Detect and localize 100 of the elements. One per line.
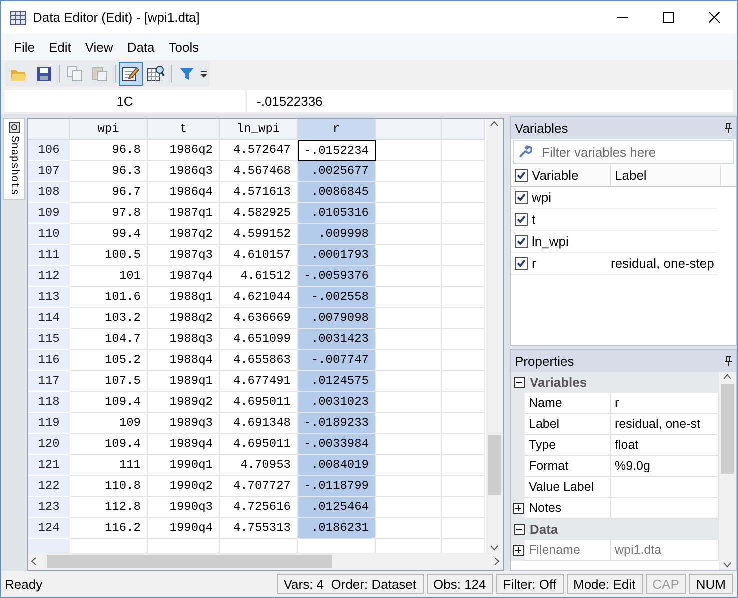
scroll-left-icon	[31, 557, 37, 566]
property-name: Filename	[525, 540, 611, 561]
toolbar-button[interactable]	[119, 62, 143, 86]
pin-icon[interactable]	[725, 123, 732, 133]
filter-field[interactable]: Filter variables here	[513, 140, 734, 164]
empty-cell	[442, 203, 485, 224]
empty-cell	[442, 266, 485, 287]
variable-name: ln_wpi	[532, 234, 569, 249]
table-cell: 4.61512	[220, 266, 298, 287]
empty-cell	[442, 287, 485, 308]
row-number: 121	[28, 455, 70, 476]
minimize-icon	[616, 17, 628, 18]
table-cell: 4.571613	[220, 182, 298, 203]
vertical-scrollbar[interactable]	[486, 119, 503, 553]
wrench-icon	[518, 145, 532, 159]
menu-item[interactable]: Data	[120, 40, 162, 54]
scrollbar-thumb[interactable]	[47, 555, 332, 568]
corner-cell	[28, 119, 70, 140]
scroll-down-icon	[490, 545, 499, 551]
checkbox[interactable]	[515, 191, 528, 204]
column-label: Variable	[532, 168, 579, 183]
row-number: 123	[28, 497, 70, 518]
menu-item[interactable]: View	[78, 40, 120, 54]
table-cell: 1989q1	[148, 371, 220, 392]
table-cell: 4.707727	[220, 476, 298, 497]
table-cell: .0001793	[298, 245, 376, 266]
table-cell: 109	[70, 413, 148, 434]
property-name: Format	[525, 456, 611, 477]
filter-input[interactable]: Filter variables here	[540, 144, 733, 160]
table-cell: 100.5	[70, 245, 148, 266]
property-name: Name	[525, 393, 611, 414]
menu-item[interactable]: File	[7, 40, 42, 54]
column-header[interactable]: Variable	[511, 165, 611, 186]
overflow-icon[interactable]	[200, 69, 208, 79]
column-header[interactable]: t	[148, 119, 220, 140]
row-number: 119	[28, 413, 70, 434]
table-cell: 96.8	[70, 140, 148, 161]
column-header[interactable]: r	[298, 119, 376, 140]
table-cell: 4.725616	[220, 497, 298, 518]
row-number: 111	[28, 245, 70, 266]
checkbox[interactable]	[515, 257, 528, 270]
cell-value-field[interactable]: -.01522336	[247, 90, 733, 112]
pin-icon[interactable]	[725, 356, 732, 366]
scrollbar-thumb[interactable]	[488, 435, 501, 495]
panel-title: Properties	[515, 354, 574, 368]
close-icon	[708, 12, 720, 23]
snapshots-tab[interactable]: Snapshots	[3, 118, 25, 200]
expand-icon[interactable]	[512, 503, 524, 514]
table-cell: .0025677	[298, 161, 376, 182]
table-cell: .0105316	[298, 203, 376, 224]
collapse-icon[interactable]	[514, 377, 525, 388]
column-header[interactable]: Label	[611, 165, 721, 186]
table-cell: 1988q3	[148, 329, 220, 350]
scrollbar-thumb[interactable]	[721, 384, 734, 474]
expand-icon[interactable]	[512, 545, 524, 556]
table-cell: 97.8	[70, 203, 148, 224]
column-header[interactable]: ln_wpi	[220, 119, 298, 140]
table-cell: 110.8	[70, 476, 148, 497]
row-number: 114	[28, 308, 70, 329]
table-cell: 1990q3	[148, 497, 220, 518]
variable-name: wpi	[532, 190, 552, 205]
table-cell: -.0059376	[298, 266, 376, 287]
empty-cell	[442, 392, 485, 413]
checkbox[interactable]	[515, 213, 528, 226]
checkbox[interactable]	[515, 235, 528, 248]
table-cell: 104.7	[70, 329, 148, 350]
table-cell: 103.2	[70, 308, 148, 329]
table-cell: 109.4	[70, 434, 148, 455]
empty-cell	[442, 245, 485, 266]
empty-cell	[442, 455, 485, 476]
table-cell: 1988q1	[148, 287, 220, 308]
table-cell: -.0152234	[298, 140, 376, 161]
vertical-scrollbar[interactable]	[719, 372, 736, 570]
empty-cell	[442, 371, 485, 392]
table-cell: 116.2	[70, 518, 148, 539]
empty-cell	[442, 224, 485, 245]
column-header[interactable]: wpi	[70, 119, 148, 140]
property-name: Label	[525, 414, 611, 435]
table-cell: 1990q1	[148, 455, 220, 476]
table-cell: 4.691348	[220, 413, 298, 434]
status-pane: CAP	[646, 574, 686, 594]
collapse-icon[interactable]	[514, 524, 525, 535]
table-cell: 101.6	[70, 287, 148, 308]
panel-title: Variables	[515, 120, 568, 136]
table-cell: 4.636669	[220, 308, 298, 329]
table-cell: 4.582925	[220, 203, 298, 224]
table-cell: 99.4	[70, 224, 148, 245]
table-cell: 4.567468	[220, 161, 298, 182]
table-cell: 4.572647	[220, 140, 298, 161]
menu-item[interactable]: Edit	[42, 40, 78, 54]
cell-name-field[interactable]: 1C	[5, 90, 245, 112]
menu-item[interactable]: Tools	[162, 40, 206, 54]
table-cell: .0125464	[298, 497, 376, 518]
variable-name: r	[532, 256, 536, 271]
row-number: 120	[28, 434, 70, 455]
horizontal-scrollbar[interactable]	[28, 553, 503, 570]
checkbox[interactable]	[515, 169, 528, 182]
row-number: 113	[28, 287, 70, 308]
table-cell: 1987q3	[148, 245, 220, 266]
property-name: Value Label	[525, 477, 611, 498]
